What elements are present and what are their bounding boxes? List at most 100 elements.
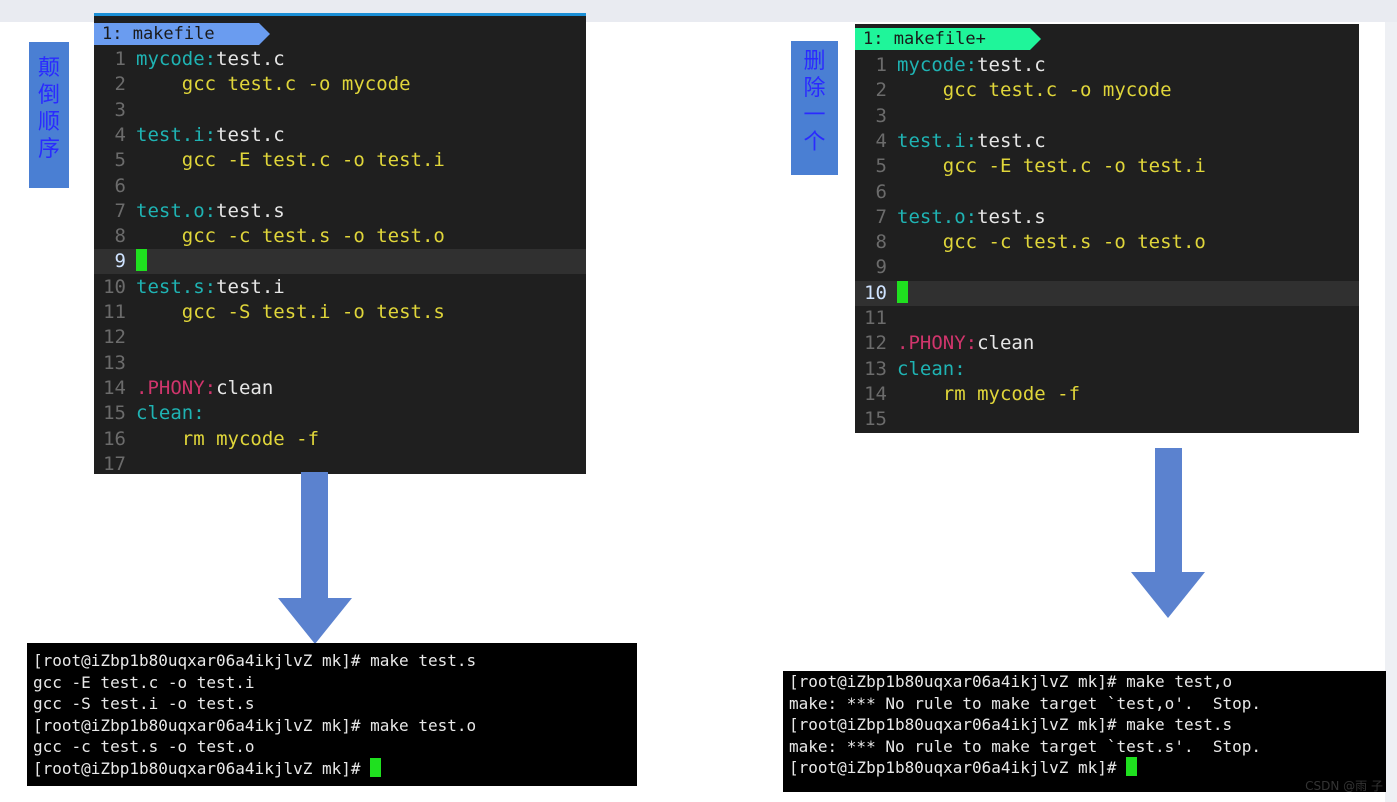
- code-line: 1 mycode:test.c: [855, 53, 1359, 78]
- code-token: mycode:: [897, 54, 978, 76]
- code-token: clean: [977, 332, 1035, 355]
- code-line: 7 test.o:test.s: [855, 205, 1359, 230]
- code-text: gcc -c test.s -o test.o: [136, 224, 445, 249]
- code-text: gcc -c test.s -o test.o: [897, 230, 1206, 255]
- line-number: 3: [114, 98, 126, 121]
- terminal-line: [root@iZbp1b80uqxar06a4ikjlvZ mk]#: [33, 757, 382, 780]
- code-token: rm mycode -f: [897, 382, 1081, 405]
- code-text: test.i:test.c: [136, 123, 285, 148]
- terminal-line: make: *** No rule to make target `test,o…: [789, 693, 1261, 715]
- code-token: .PHONY:: [136, 376, 217, 399]
- left-editor[interactable]: 1: makefile 1 mycode: test.c 2 gcc test.c -…: [94, 13, 586, 474]
- label-reverse-order: 颠 倒 顺 序: [29, 42, 69, 188]
- code-text: rm mycode -f: [897, 382, 1080, 407]
- code-text: gcc test.c -o mycode: [136, 72, 411, 97]
- terminal-text: [root@iZbp1b80uqxar06a4ikjlvZ mk]# make …: [789, 715, 1233, 734]
- terminal-text: make: *** No rule to make target `test,o…: [789, 693, 1262, 713]
- code-line: 14 .PHONY:clean: [94, 376, 586, 401]
- text-cursor: [136, 249, 147, 272]
- code-token: test.s:: [136, 275, 217, 298]
- code-text: mycode:test.c: [897, 53, 1046, 78]
- code-token: test.i: [216, 275, 285, 298]
- code-line: 4 test.i:test.c: [94, 123, 586, 148]
- line-number: 3: [875, 104, 887, 127]
- label-char: 删: [803, 49, 826, 74]
- line-number: 1: [114, 48, 126, 70]
- line-number: 10: [103, 275, 126, 298]
- code-line: 1 mycode:test.c: [94, 47, 586, 72]
- line-number: 11: [864, 307, 887, 329]
- code-text: [897, 280, 908, 306]
- code-line: 6: [94, 174, 586, 199]
- code-line: 10 test.s:test.i: [94, 275, 586, 300]
- code-line: 17: [94, 452, 586, 474]
- text-cursor: [897, 280, 908, 303]
- code-text: test.i:test.c: [897, 129, 1046, 154]
- line-number: 6: [875, 180, 887, 203]
- right-editor[interactable]: 1: makefile+ 1 mycode:test.c 2 gcc test.c …: [855, 24, 1359, 433]
- terminal-text: [root@iZbp1b80uqxar06a4ikjlvZ mk]# make …: [33, 651, 477, 670]
- line-number: 15: [103, 402, 126, 425]
- tab-makefile-modified[interactable]: 1: makefile+: [855, 28, 1041, 50]
- code-token: test.c: [216, 123, 285, 146]
- code-line: 11 gcc -S test.i -o test.s: [94, 300, 586, 325]
- line-number: 5: [114, 149, 126, 172]
- down-arrow-icon: [278, 472, 352, 644]
- code-line: 12: [94, 325, 586, 350]
- code-line: 9: [94, 249, 586, 275]
- code-token: clean:: [897, 357, 966, 380]
- line-number: 13: [864, 357, 887, 380]
- line-number: 8: [114, 225, 126, 248]
- terminal-line: make: *** No rule to make target `test.s…: [789, 736, 1261, 758]
- terminal-line: gcc -S test.i -o test.s: [33, 693, 255, 715]
- terminal-text: gcc -c test.s -o test.o: [33, 737, 255, 756]
- code-text: test.o:test.s: [136, 199, 285, 224]
- code-token: gcc -E test.c -o test.i: [897, 155, 1206, 178]
- code-token: clean:: [136, 402, 205, 425]
- code-token: test.s: [216, 199, 285, 222]
- line-number: 14: [103, 376, 126, 399]
- code-line: 5 gcc -E test.c -o test.i: [94, 148, 586, 173]
- left-terminal[interactable]: [root@iZbp1b80uqxar06a4ikjlvZ mk]# make …: [27, 643, 637, 786]
- terminal-text: make: *** No rule to make target `test.s…: [789, 736, 1262, 756]
- right-terminal[interactable]: [root@iZbp1b80uqxar06a4ikjlvZ mk]# make …: [783, 671, 1386, 792]
- code-text: gcc -S test.i -o test.s: [136, 300, 445, 325]
- line-number: 17: [103, 452, 126, 474]
- code-text: test.o:test.s: [897, 205, 1046, 230]
- right-scroll-strip: [1385, 22, 1397, 802]
- terminal-cursor: [1126, 757, 1138, 776]
- label-char: 一: [803, 103, 826, 128]
- code-token: gcc -c test.s -o test.o: [136, 225, 445, 248]
- label-char: 个: [803, 130, 826, 155]
- code-line: 16 rm mycode -f: [94, 427, 586, 452]
- terminal-text: gcc -E test.c -o test.i: [33, 672, 255, 692]
- code-line: 3: [855, 104, 1359, 129]
- code-line: 10: [855, 280, 1359, 306]
- label-delete-one: 删 除 一 个: [791, 41, 838, 175]
- code-token: test.i:: [136, 123, 217, 146]
- code-text: gcc -E test.c -o test.i: [897, 154, 1206, 179]
- terminal-line: [root@iZbp1b80uqxar06a4ikjlvZ mk]# make …: [789, 671, 1232, 693]
- line-number: 2: [114, 73, 126, 96]
- code-text: gcc test.c -o mycode: [897, 78, 1172, 103]
- line-number: 6: [114, 174, 126, 197]
- line-number: 16: [103, 427, 126, 450]
- code-text: gcc -E test.c -o test.i: [136, 148, 445, 173]
- code-text: [136, 249, 147, 274]
- line-number: 14: [864, 382, 887, 405]
- label-char: 顺: [37, 110, 60, 135]
- code-token: test.s: [977, 205, 1046, 228]
- line-number: 4: [875, 129, 887, 152]
- terminal-text: [root@iZbp1b80uqxar06a4ikjlvZ mk]# make …: [33, 715, 477, 735]
- code-token: test.c: [977, 54, 1046, 76]
- code-line: 3: [94, 98, 586, 123]
- code-token: gcc test.c -o mycode: [136, 73, 411, 96]
- line-number: 4: [114, 123, 126, 146]
- tab-makefile[interactable]: 1: makefile: [94, 23, 270, 45]
- code-token: mycode:: [136, 48, 217, 70]
- code-line: 15: [855, 407, 1359, 432]
- code-token: test.o:: [897, 205, 978, 228]
- label-char: 颠: [37, 56, 60, 81]
- line-number: 11: [103, 301, 126, 323]
- line-number: 9: [114, 250, 126, 273]
